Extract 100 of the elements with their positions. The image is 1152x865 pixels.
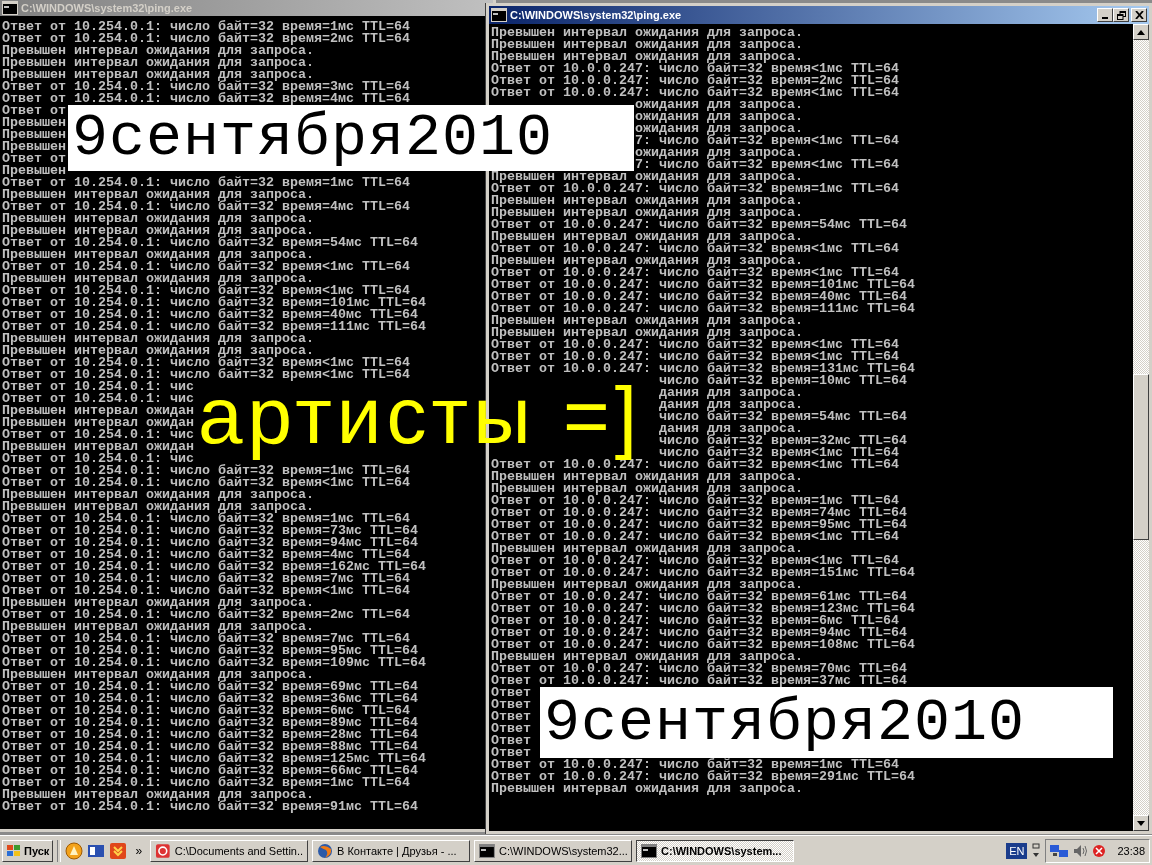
console-line: дания для запроса. [657, 387, 803, 399]
console-line: Превышен интервал ожидан [2, 405, 195, 417]
console-line: Ответ от 10.254.0.1: число байт=32 время=40мс TTL=64 [2, 309, 418, 321]
console-line: Превышен [2, 141, 67, 153]
console-line: дания для запроса. [657, 399, 803, 411]
more-button[interactable]: » [131, 843, 147, 858]
start-button[interactable]: Пуск [2, 839, 54, 862]
console-line: Превышен интервал ожидан [2, 441, 195, 453]
console-line: Ответ от 10.254.0.1: число байт=32 время=73мс TTL=64 [2, 525, 419, 537]
console-line: Ответ от 10.254.0.1: число байт=32 время<1мс TTL=64 [2, 357, 411, 369]
console-line: Превышен интервал ожидания для запроса. [2, 789, 314, 801]
console-icon [491, 8, 507, 22]
console-line: Ответ от 10.254.0.1: число байт=32 время=125мс TTL=64 [2, 753, 427, 765]
network-icon[interactable] [1050, 842, 1071, 859]
console-icon [479, 843, 495, 858]
console-line: Ответ [491, 747, 532, 759]
console-line: ожидания для запроса. [633, 99, 803, 111]
console-line: Ответ от 10.254.0.1: число байт=32 время=101мс TTL=64 [2, 297, 427, 309]
console-line: Превышен интервал ожидания для запроса. [2, 249, 314, 261]
console-line: Ответ от 10.0.0.247: число байт=32 время=111мс TTL=64 [491, 303, 916, 315]
console-line: Превышен интервал ожидания для запроса. [2, 45, 314, 57]
console-line: Превышен интервал ожидания для запроса. [491, 327, 803, 339]
console-line: Ответ от 10.254.0.1: чис [2, 393, 195, 405]
console-icon [641, 843, 658, 858]
console-line: Превышен интервал ожидания для запроса. [491, 255, 803, 267]
console-line: Превышен интервал ожидания для запроса. [491, 483, 803, 495]
console-line: Ответ от 10.0.0.247: число байт=32 время=151мс TTL=64 [491, 567, 916, 579]
console-line: Ответ от 10.0.0.247: число байт=32 время=74мс TTL=64 [491, 507, 908, 519]
console-line: Превышен интервал ожидания для запроса. [491, 207, 803, 219]
console-line: Ответ от 10.0.0.247: число байт=32 время<1мс TTL=64 [491, 87, 900, 99]
windows-flag-icon [6, 843, 22, 858]
console-line: Превышен интервал ожидания для запроса. [2, 597, 314, 609]
console-line: Превышен интервал ожидания для запроса. [2, 225, 314, 237]
scroll-down-button[interactable] [1133, 815, 1149, 831]
console-line: Ответ от 10.254.0.1: чис [2, 381, 195, 393]
console-line: число байт=32 время=32мс TTL=64 [657, 435, 908, 447]
console-line: Ответ от 10.254.0.1: число байт=32 время=94мс TTL=64 [2, 537, 419, 549]
console-line: Превышен интервал ожидания для запроса. [2, 57, 315, 69]
console-line: Превышен [2, 129, 67, 141]
console-line: Превышен [2, 165, 67, 177]
minimize-button[interactable] [1097, 8, 1113, 22]
taskbar-button[interactable]: C:\WINDOWS\system... [636, 839, 795, 862]
console-line: Ответ от 10.0.0.247: число байт=32 время=95мс TTL=64 [491, 519, 908, 531]
console-line: Ответ [491, 711, 532, 723]
console-line: Превышен интервал ожидания для запроса. [2, 213, 314, 225]
console-line: число байт=32 время<1мс TTL=64 [657, 447, 900, 459]
console-line: Ответ от 10.0.0.247: число байт=32 время<1мс TTL=64 [491, 267, 899, 279]
console-line: число байт=32 время=10мс TTL=64 [657, 375, 908, 387]
console-line: Ответ от [2, 153, 67, 165]
console-line: ожидания для запроса. [633, 111, 804, 123]
taskbar-button[interactable]: C:\Documents and Settin... [150, 839, 309, 862]
console-line: Превышен интервал ожидания для запроса. [491, 315, 803, 327]
console-line: число байт=32 время=54мс TTL=64 [657, 411, 908, 423]
console-line: Превышен интервал ожидания для запроса. [2, 345, 314, 357]
console-line: Ответ от 10.254.0.1: число байт=32 время=109мс TTL=64 [2, 657, 427, 669]
console-line: Ответ от 10.254.0.1: число байт=32 время<1мс TTL=64 [2, 477, 411, 489]
console-line: Ответ от 10.0.0.247: число байт=32 время=94мс TTL=64 [491, 627, 907, 639]
console-line: Превышен интервал ожидания для запроса. [491, 51, 803, 63]
console-line: Ответ от 10.0.0.247: число байт=32 время=291мс TTL=64 [491, 771, 916, 783]
cone-icon[interactable] [65, 841, 84, 860]
console-line: Превышен интервал ожидания для запроса. [491, 471, 803, 483]
console-line: Ответ от 10.254.0.1: число байт=32 время=6мс TTL=64 [2, 705, 410, 717]
console-line: 7: число байт=32 время<1мс TTL=64 [633, 159, 900, 171]
console-line: Ответ от 10.0.0.247: число байт=32 время<1мс TTL=64 [491, 351, 899, 363]
console-line: Ответ от 10.254.0.1: число байт=32 время<1мс TTL=64 [2, 285, 410, 297]
window-title: C:\WINDOWS\system32\ping.exe [21, 2, 193, 14]
console-line: Превышен интервал ожидания для запроса. [2, 273, 314, 285]
scroll-thumb[interactable] [1133, 374, 1149, 540]
console-line: Превышен интервал ожидания для запроса. [491, 39, 804, 51]
console-line: Ответ от 10.254.0.1: число байт=32 время=4мс TTL=64 [2, 549, 410, 561]
console-line: Ответ от 10.0.0.247: число байт=32 время=1мс TTL=64 [491, 759, 899, 771]
console-line: Превышен интервал ожидания для запроса. [2, 189, 314, 201]
window-title: C:\WINDOWS\system32\ping.exe [510, 9, 682, 21]
console-line: Ответ от 10.0.0.247: число байт=32 время=6мс TTL=64 [491, 615, 899, 627]
console-line: Ответ от 10.254.0.1: число байт=32 время=3мс TTL=64 [2, 81, 411, 93]
close-icon [1134, 11, 1144, 19]
close-button[interactable] [1131, 8, 1147, 22]
date-label: 9сентября2010 [540, 687, 1113, 758]
console-line: Превышен интервал ожидания для запроса. [2, 489, 314, 501]
console-line: Ответ от 10.254.0.1: число байт=32 время=69мс TTL=64 [2, 681, 419, 693]
console-line: Ответ от 10.0.0.247: число байт=32 время<1мс TTL=64 [491, 63, 900, 75]
console-line: Ответ от 10.254.0.1: число байт=32 время<1мс TTL=64 [2, 261, 411, 273]
console-line: Ответ от 10.254.0.1: число байт=32 время=88мс TTL=64 [2, 741, 418, 753]
console-line: Ответ [491, 723, 532, 735]
console-line: Ответ от 10.254.0.1: число байт=32 время=162мс TTL=64 [2, 561, 427, 573]
console-line: Превышен интервал ожидания для запроса. [491, 27, 804, 39]
console-line: Ответ от 10.254.0.1: число байт=32 время=1мс TTL=64 [2, 777, 411, 789]
console-line: Превышен интервал ожидания для запроса. [491, 195, 803, 207]
console-line: Ответ от 10.254.0.1: число байт=32 время=36мс TTL=64 [2, 693, 419, 705]
console-line: Ответ от 10.254.0.1: чис [2, 429, 195, 441]
scrollbar[interactable] [1133, 24, 1149, 831]
scroll-up-button[interactable] [1133, 24, 1149, 40]
language-indicator[interactable]: EN [1006, 842, 1028, 859]
power-icon [155, 842, 171, 859]
restore-button[interactable] [1113, 8, 1129, 22]
console-line: Превышен интервал ожидания для запроса. [491, 651, 803, 663]
taskbar-button[interactable]: В Контакте | Друзья - ... [312, 839, 471, 862]
console-line: Ответ от 10.0.0.247: число байт=32 время=2мс TTL=64 [491, 75, 900, 87]
taskbar-button[interactable]: C:\WINDOWS\system32... [474, 839, 633, 862]
console-line: Ответ от 10.254.0.1: число байт=32 время=1мс TTL=64 [2, 177, 411, 189]
